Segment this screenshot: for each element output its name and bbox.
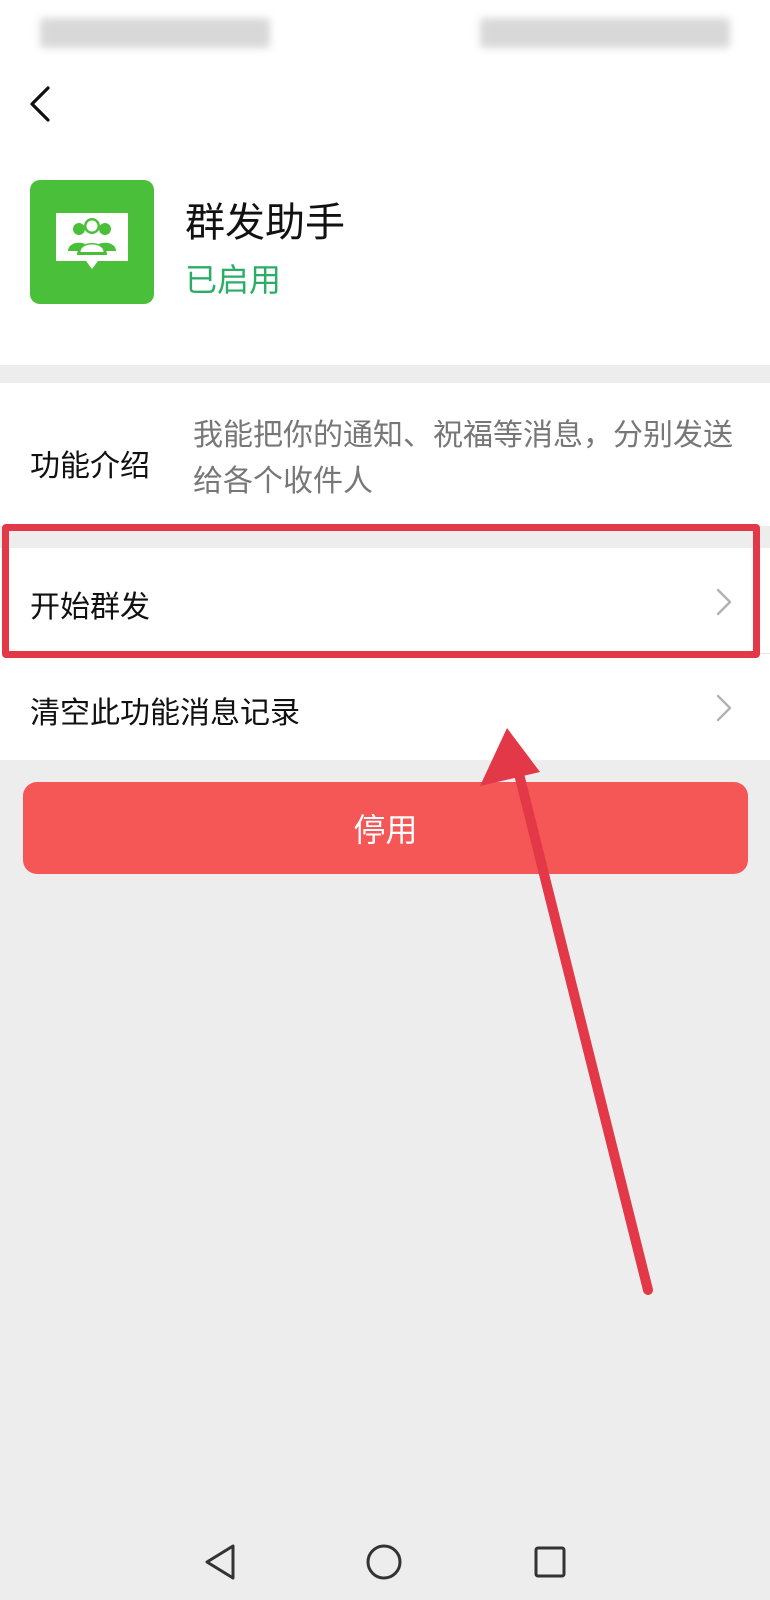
app-name: 群发助手 bbox=[185, 200, 345, 246]
nav-recent-button[interactable] bbox=[528, 1540, 572, 1584]
highlight-annotation-box bbox=[2, 524, 760, 658]
intro-text: 我能把你的通知、祝福等消息，分别发送给各个收件人 bbox=[193, 418, 733, 499]
row-label: 清空此功能消息记录 bbox=[30, 696, 300, 731]
chevron-right-icon bbox=[716, 694, 732, 722]
app-status: 已启用 bbox=[185, 261, 282, 299]
section-gap bbox=[0, 365, 770, 383]
intro-label: 功能介绍 bbox=[30, 449, 150, 484]
chevron-left-icon bbox=[30, 86, 50, 122]
status-bar-blur-left bbox=[40, 18, 270, 48]
nav-home-button[interactable] bbox=[362, 1540, 406, 1584]
circle-home-icon bbox=[366, 1544, 402, 1580]
app-icon bbox=[30, 180, 154, 304]
clear-history-row[interactable]: 清空此功能消息记录 bbox=[0, 654, 770, 760]
status-bar bbox=[0, 0, 770, 70]
square-recent-icon bbox=[534, 1546, 566, 1578]
nav-back-button[interactable] bbox=[197, 1540, 241, 1584]
disable-button[interactable]: 停用 bbox=[23, 782, 748, 874]
intro-row: 功能介绍 我能把你的通知、祝福等消息，分别发送给各个收件人 bbox=[0, 383, 770, 526]
triangle-back-icon bbox=[205, 1544, 235, 1580]
group-chat-icon bbox=[56, 213, 128, 269]
back-button[interactable] bbox=[18, 82, 62, 126]
status-bar-blur-right bbox=[480, 18, 730, 48]
